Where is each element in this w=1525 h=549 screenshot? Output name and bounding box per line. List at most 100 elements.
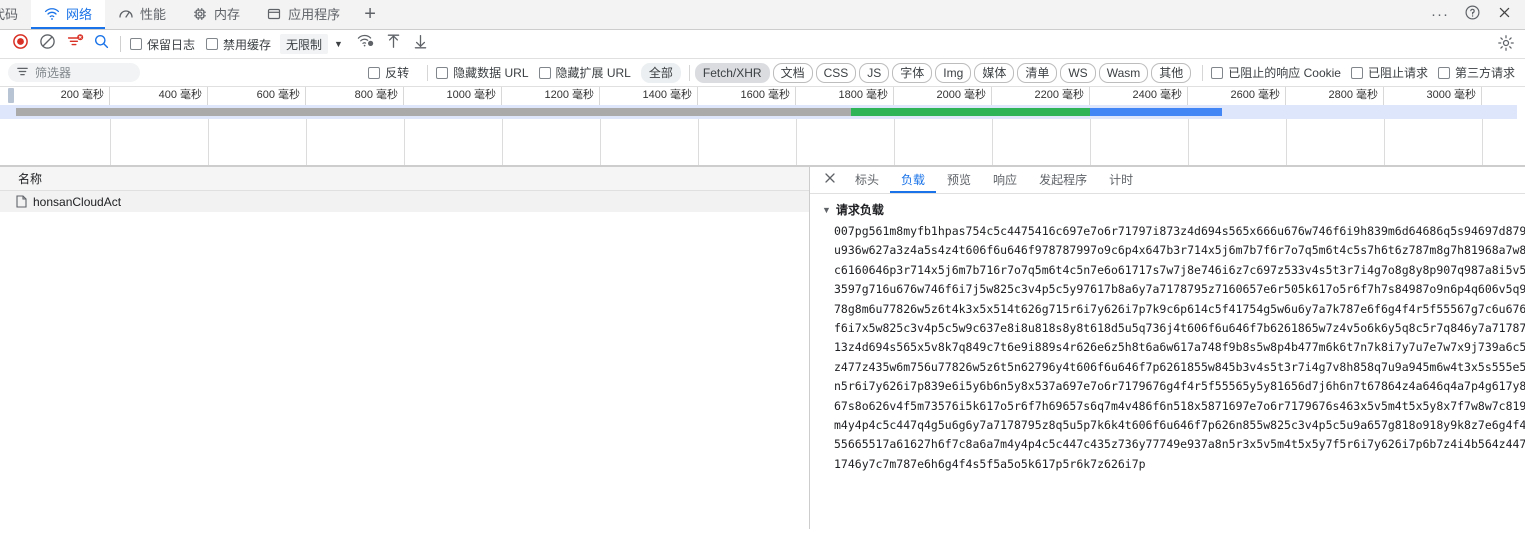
overview-segment-downloading xyxy=(851,108,1090,116)
gridline xyxy=(110,119,111,166)
search-icon xyxy=(93,33,110,55)
checkbox-box xyxy=(436,66,449,79)
tab-memory[interactable]: 内存 xyxy=(179,0,253,29)
tab-sources[interactable]: 代码 xyxy=(0,0,31,29)
overview-segment-transfer xyxy=(1090,108,1222,116)
resource-type-chip-css[interactable]: CSS xyxy=(815,62,857,83)
export-har-button[interactable] xyxy=(407,32,434,56)
resource-type-chip-img[interactable]: Img xyxy=(935,62,972,83)
blocked-requests-checkbox[interactable]: 已阻止请求 xyxy=(1350,64,1428,81)
record-button[interactable] xyxy=(7,32,34,56)
timeline-tick-label: 400 毫秒 xyxy=(110,87,208,105)
gridline xyxy=(1384,119,1385,166)
filter-toggle-button[interactable] xyxy=(61,32,88,56)
performance-icon xyxy=(118,6,134,22)
overview-right-gutter xyxy=(1517,105,1525,166)
toolbar-divider xyxy=(120,36,121,52)
filter-divider xyxy=(427,64,429,81)
close-detail-button[interactable] xyxy=(816,167,844,193)
add-panel-button[interactable]: + xyxy=(353,0,387,29)
checkbox-box xyxy=(206,38,219,50)
timeline-tick-label: 600 毫秒 xyxy=(208,87,306,105)
blocked-cookies-checkbox[interactable]: 已阻止的响应 Cookie xyxy=(1211,64,1341,81)
resource-type-chip--[interactable]: 媒体 xyxy=(974,62,1015,83)
network-filter-bar: 筛选器 反转 隐藏数据 URL 隐藏扩展 URL 全部 Fetch/XHR 文档 CS… xyxy=(0,59,1525,87)
detail-tab-标头[interactable]: 标头 xyxy=(844,167,890,193)
detail-tab-bar: 标头 负载 预览 响应 发起程序 计时 xyxy=(810,167,1525,194)
close-icon xyxy=(823,171,837,190)
close-icon xyxy=(1497,5,1512,25)
filter-lines-icon xyxy=(16,65,29,81)
request-list-empty-area xyxy=(0,212,809,529)
payload-view: ▼ 请求负载 007pg561m8myfb1hpas754c5c4475416c… xyxy=(810,194,1525,529)
search-button[interactable] xyxy=(88,32,115,56)
preserve-log-checkbox[interactable]: 保留日志 xyxy=(130,36,195,53)
checkbox-box xyxy=(130,38,142,50)
arrow-down-icon xyxy=(412,33,429,55)
resource-type-chip--[interactable]: 文档 xyxy=(772,62,813,83)
chevron-down-icon[interactable]: ▼ xyxy=(334,39,343,49)
resource-type-chip--[interactable]: 其他 xyxy=(1151,62,1192,83)
filter-input[interactable]: 筛选器 xyxy=(8,63,140,82)
overview-segment-waiting xyxy=(16,108,851,116)
more-options-button[interactable]: ··· xyxy=(1425,0,1455,30)
hide-data-urls-checkbox[interactable]: 隐藏数据 URL xyxy=(436,64,529,81)
tab-label: 内存 xyxy=(214,7,241,22)
resource-type-chip-ws[interactable]: WS xyxy=(1060,62,1096,83)
resource-type-chip-fetch-xhr[interactable]: Fetch/XHR xyxy=(694,62,770,83)
close-devtools-button[interactable] xyxy=(1489,0,1519,30)
detail-tab-响应[interactable]: 响应 xyxy=(982,167,1028,193)
filter-placeholder-text: 筛选器 xyxy=(35,66,72,80)
invert-checkbox[interactable]: 反转 xyxy=(368,64,409,81)
resource-type-chip-js[interactable]: JS xyxy=(859,62,890,83)
more-dots-icon: ··· xyxy=(1431,5,1449,23)
tab-label: 应用程序 xyxy=(288,7,341,22)
timeline-tick-label: 2000 毫秒 xyxy=(894,87,992,105)
timeline-tick-label: 2400 毫秒 xyxy=(1090,87,1188,105)
detail-tab-计时[interactable]: 计时 xyxy=(1098,167,1144,193)
request-list-pane: 名称 honsanCloudAct xyxy=(0,167,810,529)
tab-label: 性能 xyxy=(140,7,167,22)
hide-extension-urls-checkbox[interactable]: 隐藏扩展 URL xyxy=(538,64,631,81)
tab-label: 代码 xyxy=(0,7,19,22)
column-header-name[interactable]: 名称 xyxy=(0,167,809,191)
gridline xyxy=(1188,119,1189,166)
tab-network[interactable]: 网络 xyxy=(31,0,106,29)
help-button[interactable] xyxy=(1457,0,1487,30)
document-icon xyxy=(16,195,27,208)
detail-tab-预览[interactable]: 预览 xyxy=(936,167,982,193)
gridline xyxy=(600,119,601,166)
request-payload-section-header[interactable]: ▼ 请求负载 xyxy=(810,201,1525,218)
resource-type-chip--[interactable]: 清单 xyxy=(1017,62,1058,83)
network-conditions-button[interactable] xyxy=(353,32,380,56)
gridline xyxy=(1286,119,1287,166)
resource-type-chip-wasm[interactable]: Wasm xyxy=(1098,62,1149,83)
request-payload-content[interactable]: 007pg561m8myfb1hpas754c5c4475416c697e7o6… xyxy=(810,222,1525,474)
blocked-cookies-label: 已阻止的响应 Cookie xyxy=(1228,66,1341,80)
triangle-down-icon: ▼ xyxy=(822,204,831,215)
overview-window-handle[interactable] xyxy=(8,88,14,103)
import-har-button[interactable] xyxy=(380,32,407,56)
checkbox-box xyxy=(1350,66,1363,79)
detail-tab-负载[interactable]: 负载 xyxy=(890,167,937,193)
third-party-checkbox[interactable]: 第三方请求 xyxy=(1437,64,1515,81)
disable-cache-checkbox[interactable]: 禁用缓存 xyxy=(206,36,271,53)
throttling-select[interactable]: 无限制 xyxy=(280,34,329,54)
table-row[interactable]: honsanCloudAct xyxy=(0,191,809,212)
network-overview[interactable]: 200 毫秒 400 毫秒 600 毫秒 800 毫秒 1000 毫秒 1200 毫秒 14… xyxy=(0,87,1525,167)
timeline-tick-label: 2600 毫秒 xyxy=(1188,87,1286,105)
resource-type-chip--[interactable]: 字体 xyxy=(892,62,933,83)
detail-tab-发起程序[interactable]: 发起程序 xyxy=(1028,167,1098,193)
resource-type-chip--[interactable]: 全部 xyxy=(640,62,681,83)
throttling-value: 无限制 xyxy=(286,37,323,52)
tab-performance[interactable]: 性能 xyxy=(105,0,179,29)
filter-funnel-icon xyxy=(66,33,84,55)
preserve-log-label: 保留日志 xyxy=(147,37,196,52)
settings-button[interactable] xyxy=(1492,33,1519,57)
gridline xyxy=(1482,119,1483,166)
request-name: honsanCloudAct xyxy=(33,194,122,209)
tab-application[interactable]: 应用程序 xyxy=(253,0,353,29)
gridline xyxy=(306,119,307,166)
timeline-tick-label: 1800 毫秒 xyxy=(796,87,894,105)
clear-button[interactable] xyxy=(34,32,61,56)
